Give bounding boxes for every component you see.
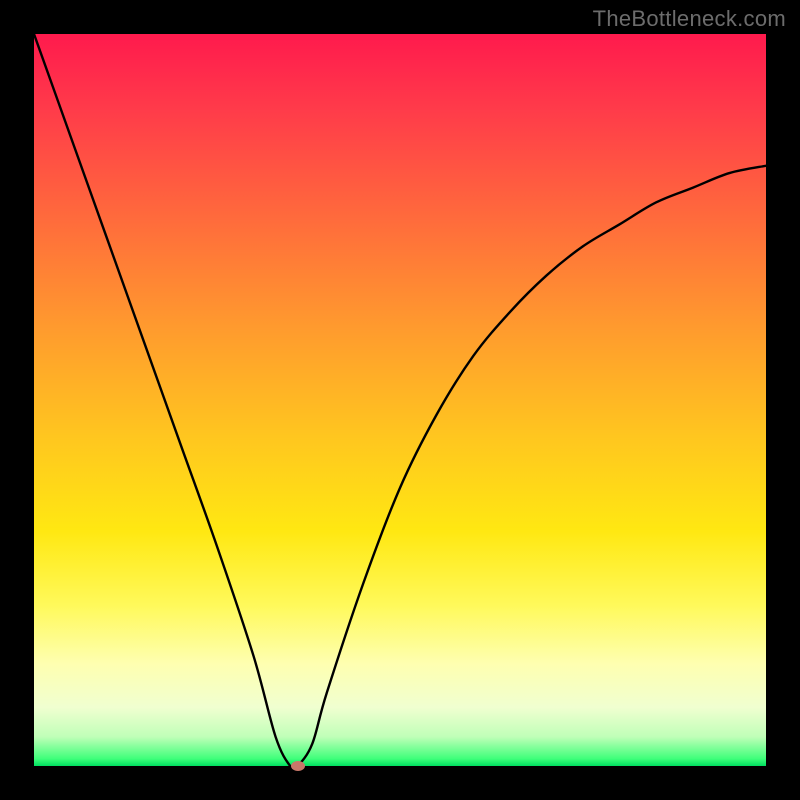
chart-frame: TheBottleneck.com [0,0,800,800]
plot-area [34,34,766,766]
bottleneck-curve [34,34,766,766]
watermark-text: TheBottleneck.com [593,6,786,32]
optimal-point-marker [291,761,305,771]
